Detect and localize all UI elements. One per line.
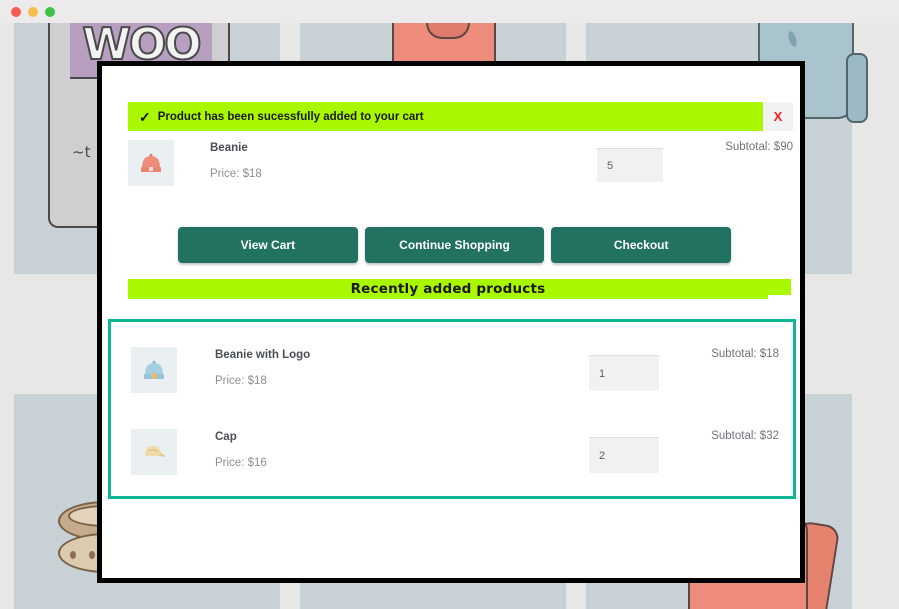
success-notice: ✓ Product has been sucessfully added to … xyxy=(128,102,793,131)
browser-title-bar xyxy=(0,0,899,23)
success-banner: ✓ Product has been sucessfully added to … xyxy=(128,102,763,131)
cart-item-subtotal: Subtotal: $90 xyxy=(725,141,793,153)
continue-shopping-button[interactable]: Continue Shopping xyxy=(364,227,545,263)
recent-products-box: Beanie with Logo Price: $18 1 Subtotal: … xyxy=(108,319,796,499)
hoodie-detail-icon: ~t xyxy=(72,143,91,161)
cart-item-info: Beanie Price: $18 xyxy=(210,136,597,180)
recent-item-subtotal: Subtotal: $32 xyxy=(711,430,779,442)
cap-tan-icon[interactable] xyxy=(131,429,177,475)
recent-item-quantity-input[interactable]: 1 xyxy=(589,355,659,391)
beanie-blue-logo-icon[interactable] xyxy=(131,347,177,393)
list-item: Cap Price: $16 2 Subtotal: $32 xyxy=(131,425,779,481)
window-close-button[interactable] xyxy=(11,6,21,17)
beanie-salmon-icon[interactable] xyxy=(128,140,174,186)
success-message: Product has been sucessfully added to yo… xyxy=(157,110,424,123)
cart-action-buttons: View Cart Continue Shopping Checkout xyxy=(178,227,732,263)
cart-item-row: Beanie Price: $18 5 Subtotal: $90 xyxy=(128,136,793,192)
view-cart-button[interactable]: View Cart xyxy=(178,227,358,263)
recent-item-info: Cap Price: $16 xyxy=(215,425,589,469)
recent-products-heading-label: Recently added products xyxy=(350,281,546,297)
recent-item-price: Price: $18 xyxy=(215,375,267,387)
cart-item-price: Price: $18 xyxy=(210,168,262,180)
window-minimize-button[interactable] xyxy=(28,6,38,17)
list-item: Beanie with Logo Price: $18 1 Subtotal: … xyxy=(131,343,779,399)
recent-item-name: Cap xyxy=(215,431,237,443)
cart-item-name: Beanie xyxy=(210,142,248,154)
recent-item-quantity-input[interactable]: 2 xyxy=(589,437,659,473)
screen: WOO ~t ✓ Product has been sucessfully ad… xyxy=(0,0,899,609)
recent-products-heading: Recently added products xyxy=(128,279,768,299)
added-to-cart-modal: ✓ Product has been sucessfully added to … xyxy=(97,61,805,583)
window-maximize-button[interactable] xyxy=(45,6,55,17)
recent-item-name: Beanie with Logo xyxy=(215,349,311,361)
recent-item-subtotal: Subtotal: $18 xyxy=(711,348,779,360)
recent-item-price: Price: $16 xyxy=(215,457,267,469)
blue-bag-strap-artwork xyxy=(846,53,868,123)
check-icon: ✓ xyxy=(139,108,151,125)
recent-item-info: Beanie with Logo Price: $18 xyxy=(215,343,589,387)
checkout-button[interactable]: Checkout xyxy=(551,227,732,263)
cart-item-quantity-input[interactable]: 5 xyxy=(597,148,663,182)
close-modal-button[interactable]: X xyxy=(763,102,793,131)
